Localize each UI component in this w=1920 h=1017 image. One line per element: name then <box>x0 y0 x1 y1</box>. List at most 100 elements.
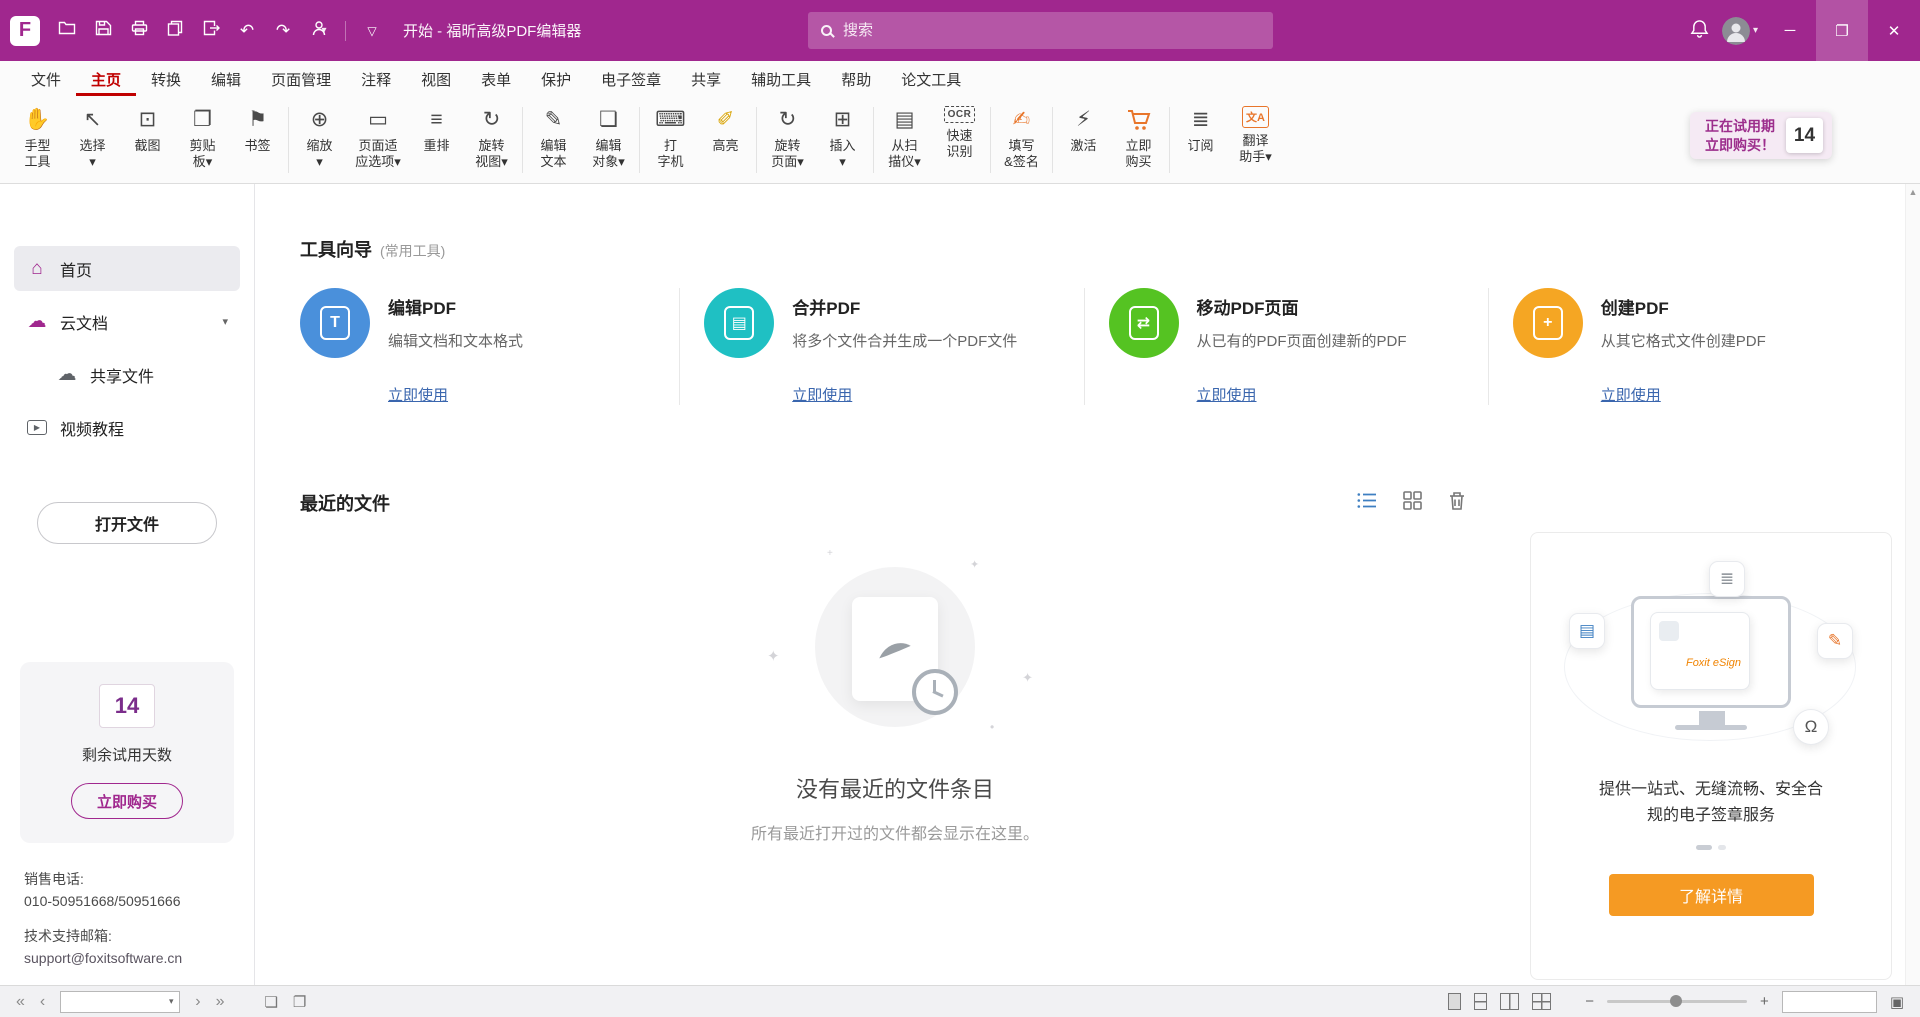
fit-screen-icon[interactable]: ▣ <box>1890 993 1904 1011</box>
rotate-pages-button[interactable]: ↻旋转 页面▾ <box>760 103 815 171</box>
account-menu-button[interactable]: ▾ <box>1716 14 1764 48</box>
menu-comment[interactable]: 注释 <box>346 61 406 96</box>
sidebar-item-video-tutorials[interactable]: ▶ 视频教程 <box>14 405 240 450</box>
support-email-address[interactable]: support@foxitsoftware.cn <box>24 948 254 970</box>
search-input[interactable] <box>843 22 1260 39</box>
menu-page-organize[interactable]: 页面管理 <box>256 61 346 96</box>
buy-now-button[interactable]: 立即购买 <box>71 783 183 819</box>
close-button[interactable]: ✕ <box>1868 0 1920 61</box>
zoom-value-input[interactable] <box>1783 992 1876 1012</box>
zoom-out-button[interactable]: − <box>1585 994 1594 1009</box>
reflow-button[interactable]: ≡重排 <box>409 103 464 154</box>
menu-view[interactable]: 视图 <box>406 61 466 96</box>
facing-view-button[interactable] <box>1500 993 1519 1010</box>
menu-esign[interactable]: 电子签章 <box>586 61 676 96</box>
menu-convert[interactable]: 转换 <box>136 61 196 96</box>
print-button[interactable] <box>122 14 156 48</box>
undo-icon: ↶ <box>240 21 254 41</box>
notifications-button[interactable] <box>1682 14 1716 48</box>
menu-protect[interactable]: 保护 <box>526 61 586 96</box>
learn-more-button[interactable]: 了解详情 <box>1609 874 1814 916</box>
carousel-dot[interactable] <box>1718 845 1726 850</box>
collapse-toolbar-button[interactable]: ▽ <box>355 14 389 48</box>
save-button[interactable] <box>86 14 120 48</box>
zoom-button[interactable]: ⊕缩放 ▾ <box>292 103 347 171</box>
caret-down-icon: ▾ <box>321 25 326 36</box>
previous-page-button[interactable]: ‹ <box>40 994 45 1010</box>
sidebar-item-shared-files[interactable]: ☁ 共享文件 <box>44 352 240 397</box>
menu-form[interactable]: 表单 <box>466 61 526 96</box>
zoom-in-button[interactable]: + <box>1760 994 1769 1009</box>
zoom-slider[interactable] <box>1607 1000 1747 1003</box>
activate-button[interactable]: ⚡激活 <box>1056 103 1111 154</box>
from-scanner-button[interactable]: ▤从扫 描仪▾ <box>877 103 932 171</box>
trial-badge[interactable]: 正在试用期 立即购买！ 14 <box>1690 112 1832 159</box>
use-now-link[interactable]: 立即使用 <box>388 384 448 405</box>
last-page-button[interactable]: » <box>216 994 225 1010</box>
translate-assistant-button[interactable]: 文A翻译 助手▾ <box>1228 103 1283 166</box>
restore-button[interactable]: ❐ <box>1816 0 1868 61</box>
menu-accessibility[interactable]: 辅助工具 <box>736 61 826 96</box>
fit-page-options-button[interactable]: ▭页面适 应选项▾ <box>347 103 409 171</box>
use-now-link[interactable]: 立即使用 <box>792 384 852 405</box>
hand-tool-button[interactable]: ✋手型 工具 <box>10 103 65 171</box>
fill-sign-button[interactable]: ✍填写 &签名 <box>994 103 1049 171</box>
next-page-button[interactable]: › <box>195 994 200 1010</box>
caret-down-icon[interactable]: ▾ <box>163 996 179 1007</box>
page-number-box[interactable]: ▾ <box>60 991 180 1013</box>
use-now-link[interactable]: 立即使用 <box>1197 384 1257 405</box>
first-page-button[interactable]: « <box>16 994 25 1010</box>
grid-view-button[interactable] <box>1403 491 1422 515</box>
single-page-view-button[interactable] <box>1448 993 1461 1010</box>
carousel-dots[interactable] <box>1696 845 1726 850</box>
page-number-input[interactable] <box>61 994 163 1009</box>
clear-recent-button[interactable] <box>1448 491 1466 516</box>
sidebar-item-cloud-docs[interactable]: ☁ 云文档 ▾ <box>14 299 240 344</box>
buy-now-button[interactable]: 立即 购买 <box>1111 103 1166 171</box>
open-file-button[interactable]: 打开文件 <box>37 502 217 544</box>
insert-button[interactable]: ⊞插入 ▾ <box>815 103 870 171</box>
menu-home[interactable]: 主页 <box>76 61 136 96</box>
highlight-button[interactable]: ✐高亮 <box>698 103 753 154</box>
bookmark-button[interactable]: ⚑书签 <box>230 103 285 154</box>
menu-help[interactable]: 帮助 <box>826 61 886 96</box>
export-document-button[interactable] <box>194 14 228 48</box>
clipboard-button[interactable]: ❐剪贴 板▾ <box>175 103 230 171</box>
edit-text-button[interactable]: ✎编辑 文本 <box>526 103 581 171</box>
menu-share[interactable]: 共享 <box>676 61 736 96</box>
quick-ocr-button[interactable]: OCR快速 识别 <box>932 103 987 161</box>
undo-button[interactable]: ↶ <box>230 14 264 48</box>
menu-file[interactable]: 文件 <box>16 61 76 96</box>
redo-button[interactable]: ↷ <box>266 14 300 48</box>
previous-view-icon[interactable]: ❏ <box>264 993 277 1011</box>
typewriter-button[interactable]: ⌨打 字机 <box>643 103 698 171</box>
titlebar-right: ▾ ─ ❐ ✕ <box>1682 0 1920 61</box>
continuous-view-button[interactable] <box>1474 993 1487 1010</box>
scroll-up-icon[interactable]: ▲ <box>1909 187 1918 197</box>
select-button[interactable]: ↖选择 ▾ <box>65 103 120 171</box>
rotate-view-button[interactable]: ↻旋转 视图▾ <box>464 103 519 171</box>
rotate-view-icon: ↻ <box>483 106 501 133</box>
snapshot-button[interactable]: ⊡截图 <box>120 103 175 154</box>
zoom-slider-thumb[interactable] <box>1670 995 1682 1007</box>
plus-deco-icon: + <box>827 548 833 559</box>
vertical-scrollbar[interactable]: ▲ <box>1905 184 1920 985</box>
facing-continuous-view-button[interactable] <box>1532 993 1551 1010</box>
carousel-dot-active[interactable] <box>1696 845 1712 850</box>
list-view-button[interactable] <box>1357 492 1377 514</box>
search-bar[interactable] <box>808 12 1273 49</box>
next-view-icon[interactable]: ❐ <box>293 993 306 1011</box>
open-file-button[interactable] <box>50 14 84 48</box>
menu-paper-tools[interactable]: 论文工具 <box>886 61 976 96</box>
edit-object-button[interactable]: ❏编辑 对象▾ <box>581 103 636 171</box>
menu-edit[interactable]: 编辑 <box>196 61 256 96</box>
duplicate-document-button[interactable] <box>158 14 192 48</box>
use-now-link[interactable]: 立即使用 <box>1601 384 1661 405</box>
minimize-button[interactable]: ─ <box>1764 0 1816 61</box>
zoom-value-box[interactable] <box>1782 991 1877 1013</box>
subscribe-button[interactable]: ≣订阅 <box>1173 103 1228 154</box>
account-link-button[interactable]: ▾ <box>302 14 336 48</box>
sidebar-item-home[interactable]: ⌂ 首页 <box>14 246 240 291</box>
tool-label: 剪贴 板▾ <box>189 138 215 171</box>
chevron-down-icon[interactable]: ▾ <box>222 315 228 328</box>
